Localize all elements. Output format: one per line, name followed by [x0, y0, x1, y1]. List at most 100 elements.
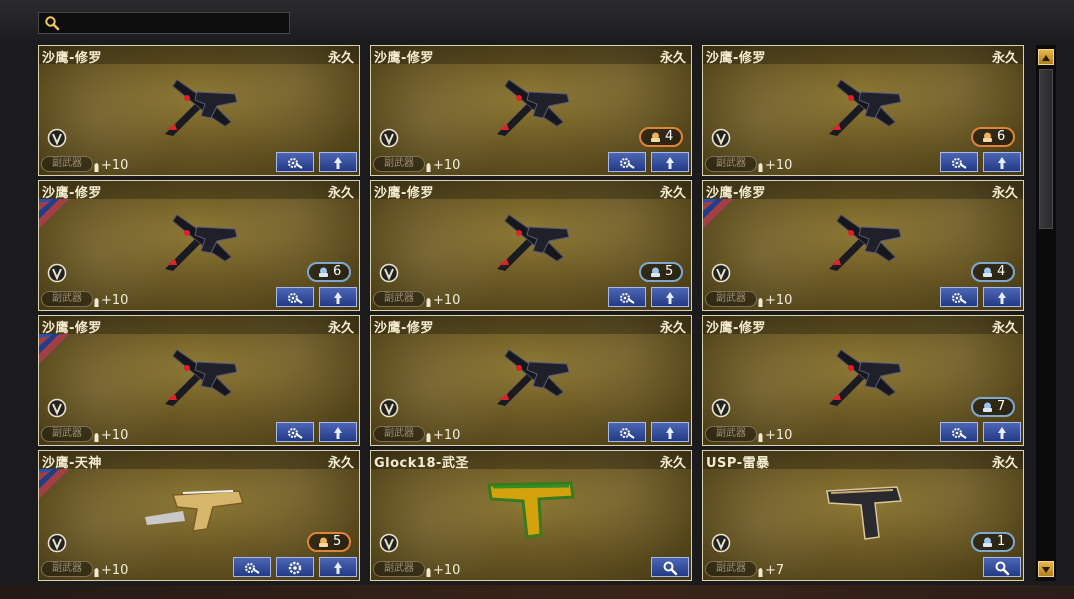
upgrade-button[interactable]	[983, 422, 1021, 442]
bullet-icon	[94, 568, 99, 577]
upgrade-button[interactable]	[651, 152, 689, 172]
bullet-icon	[758, 163, 763, 172]
gear-wrench-icon	[620, 428, 635, 439]
upgrade-button[interactable]	[319, 422, 357, 442]
weapon-image	[489, 342, 579, 416]
weapon-card[interactable]: 沙鹰-天神 永久 5 副武器 +10	[38, 450, 360, 581]
weapon-card[interactable]: 沙鹰-修罗 永久 4 副武器 +10	[702, 180, 1024, 311]
badge-count: 5	[665, 264, 674, 279]
weapon-image	[157, 207, 247, 281]
rank-corner-icon	[39, 199, 69, 229]
upgrade-button[interactable]	[983, 287, 1021, 307]
weapon-name: 沙鹰-修罗	[374, 321, 434, 336]
weapon-image	[157, 342, 247, 416]
weapon-type-tag: 副武器	[41, 426, 93, 442]
inspect-button[interactable]	[983, 557, 1021, 577]
modify-button[interactable]	[940, 287, 978, 307]
badge-count: 4	[665, 129, 674, 144]
blue-part-icon	[983, 402, 992, 412]
upgrade-button[interactable]	[983, 152, 1021, 172]
weapon-name: 沙鹰-修罗	[706, 321, 766, 336]
weapon-duration: 永久	[659, 51, 686, 66]
rank-corner-icon	[39, 469, 69, 499]
weapon-card[interactable]: 沙鹰-修罗 永久 7 副武器 +10	[702, 315, 1024, 446]
orange-part-icon	[983, 132, 992, 142]
arrow-up-icon	[334, 562, 342, 574]
weapon-type-tag: 副武器	[373, 561, 425, 577]
upgrade-button[interactable]	[319, 152, 357, 172]
ammo-bonus: +10	[101, 563, 129, 578]
search-input[interactable]	[63, 14, 289, 34]
ammo-bonus: +10	[101, 158, 129, 173]
upgrade-button[interactable]	[651, 422, 689, 442]
modify-button[interactable]	[608, 287, 646, 307]
modify-button[interactable]	[608, 422, 646, 442]
modify-button[interactable]	[233, 557, 271, 577]
arrow-up-icon	[998, 157, 1006, 169]
scroll-up-button[interactable]	[1038, 49, 1054, 65]
weapon-duration: 永久	[659, 456, 686, 471]
ammo-bonus: +10	[433, 428, 461, 443]
weapon-card[interactable]: 沙鹰-修罗 永久 5 副武器 +10	[370, 180, 692, 311]
weapon-name: Glock18-武圣	[374, 456, 469, 471]
weapon-card[interactable]: 沙鹰-修罗 永久 副武器 +10	[38, 315, 360, 446]
badge-count: 6	[333, 264, 342, 279]
weapon-duration: 永久	[327, 51, 354, 66]
modify-button[interactable]	[608, 152, 646, 172]
settings-button[interactable]	[276, 557, 314, 577]
weapon-name: 沙鹰-修罗	[42, 51, 102, 66]
modify-button[interactable]	[940, 422, 978, 442]
weapon-image	[821, 207, 911, 281]
weapon-card[interactable]: 沙鹰-修罗 永久 6 副武器 +10	[38, 180, 360, 311]
upgrade-button[interactable]	[651, 287, 689, 307]
modify-button[interactable]	[276, 422, 314, 442]
count-badge: 1	[971, 532, 1015, 552]
weapon-card[interactable]: 沙鹰-修罗 永久 6 副武器 +10	[702, 45, 1024, 176]
weapon-card[interactable]: 沙鹰-修罗 永久 4 副武器 +10	[370, 45, 692, 176]
count-badge: 5	[307, 532, 351, 552]
bullet-icon	[426, 433, 431, 442]
arrow-up-icon	[998, 427, 1006, 439]
bullet-icon	[758, 298, 763, 307]
modify-button[interactable]	[940, 152, 978, 172]
inspect-button[interactable]	[651, 557, 689, 577]
ammo-bonus: +7	[765, 563, 785, 578]
modify-button[interactable]	[276, 287, 314, 307]
badge-count: 6	[997, 129, 1006, 144]
scrollbar[interactable]	[1036, 45, 1056, 581]
weapon-image	[823, 481, 913, 549]
upgrade-button[interactable]	[319, 287, 357, 307]
gear-wrench-icon	[288, 158, 303, 169]
scroll-down-button[interactable]	[1038, 561, 1054, 577]
weapon-card[interactable]: 沙鹰-修罗 永久 副武器 +10	[38, 45, 360, 176]
badge-count: 1	[997, 534, 1006, 549]
upgrade-button[interactable]	[319, 557, 357, 577]
gear-wrench-icon	[952, 293, 967, 304]
magnifier-icon	[995, 561, 1010, 576]
weapon-type-tag: 副武器	[705, 156, 757, 172]
arrow-up-icon	[334, 427, 342, 439]
search-box[interactable]	[38, 12, 290, 34]
ammo-bonus: +10	[433, 563, 461, 578]
rank-corner-icon	[39, 334, 69, 364]
v-emblem-icon	[379, 533, 399, 553]
arrow-up-icon	[1042, 55, 1050, 61]
weapon-duration: 永久	[991, 321, 1018, 336]
gear-wrench-icon	[952, 158, 967, 169]
weapon-type-tag: 副武器	[705, 426, 757, 442]
count-badge: 5	[639, 262, 683, 282]
weapon-card[interactable]: USP-雷暴 永久 1 副武器 +7	[702, 450, 1024, 581]
weapon-card[interactable]: Glock18-武圣 永久副武器 +10	[370, 450, 692, 581]
weapon-duration: 永久	[991, 186, 1018, 201]
weapon-name: 沙鹰-修罗	[374, 51, 434, 66]
bullet-icon	[758, 568, 763, 577]
weapon-type-tag: 副武器	[373, 156, 425, 172]
count-badge: 6	[307, 262, 351, 282]
modify-button[interactable]	[276, 152, 314, 172]
weapon-card[interactable]: 沙鹰-修罗 永久 副武器 +10	[370, 315, 692, 446]
scroll-thumb[interactable]	[1039, 69, 1053, 229]
v-emblem-icon	[379, 128, 399, 148]
arrow-up-icon	[998, 292, 1006, 304]
ammo-bonus: +10	[433, 293, 461, 308]
arrow-up-icon	[666, 427, 674, 439]
